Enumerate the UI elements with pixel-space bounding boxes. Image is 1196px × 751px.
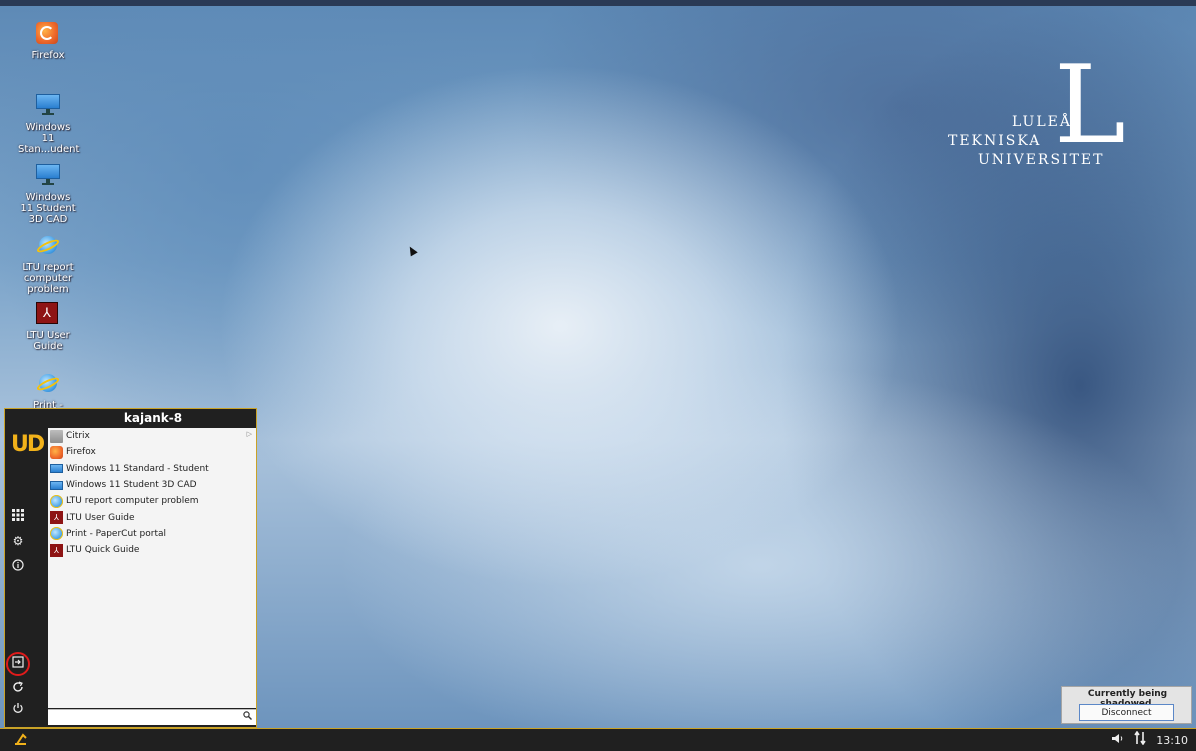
menu-item-label: Windows 11 Student 3D CAD [66,480,197,491]
monitor-icon [50,464,63,474]
menu-item-label: LTU report computer problem [66,496,199,507]
network-icon[interactable] [1134,730,1146,749]
menu-item-label: Citrix [66,431,90,442]
search-icon[interactable] [243,711,252,723]
power-icon[interactable] [10,702,26,718]
submenu-arrow-icon: ▷ [246,430,252,438]
volume-icon[interactable] [1112,733,1124,747]
firefox-icon [36,22,60,46]
menu-item-windows-11-standard[interactable]: Windows 11 Standard - Student [48,461,256,477]
search-input[interactable] [50,711,230,723]
internet-explorer-icon [35,234,61,258]
internet-explorer-icon [50,527,63,541]
menu-item-label: Firefox [66,447,96,458]
menu-item-citrix[interactable]: Citrix ▷ [48,428,256,444]
info-icon[interactable] [10,559,26,575]
menu-item-ltu-user-guide[interactable]: ⅄ LTU User Guide [48,509,256,525]
logo-line-1: LULEÅ [1012,114,1072,130]
restart-icon[interactable] [10,681,26,697]
menu-item-windows-11-3d-cad[interactable]: Windows 11 Student 3D CAD [48,477,256,493]
mouse-cursor-icon [406,244,418,257]
pdf-icon [36,302,60,326]
logout-highlight-circle [6,652,30,676]
desktop-icon-label: Firefox [31,50,65,61]
internet-explorer-icon [35,372,61,396]
start-menu: kajank-8 UD ⚙ Citrix ▷ Firefox Windows 1… [4,408,257,728]
desktop-icon-label: LTU report computer problem [22,262,74,295]
desktop-icon-firefox[interactable]: Firefox [8,22,88,61]
menu-item-print-papercut[interactable]: Print - PaperCut portal [48,526,256,542]
menu-header-username: kajank-8 [123,411,183,425]
monitor-icon [50,480,63,490]
desktop-icon-windows-11-standard[interactable]: Windows 11 Stan...udent [8,94,88,155]
screen: Firefox Windows 11 Stan...udent Windows … [0,0,1196,751]
menu-item-ltu-quick-guide[interactable]: ⅄ LTU Quick Guide [48,542,256,558]
shadow-notice: Currently being shadowed. Disconnect [1061,686,1192,724]
menu-item-firefox[interactable]: Firefox [48,444,256,460]
monitor-icon [36,94,60,118]
menu-sidebar: UD ⚙ [5,409,47,727]
apps-grid-icon[interactable] [10,509,26,525]
desktop-icon-label: Windows 11 Student 3D CAD [20,192,76,225]
start-button[interactable] [14,732,28,749]
taskbar-clock[interactable]: 13:10 [1156,734,1188,747]
menu-item-ltu-report[interactable]: LTU report computer problem [48,493,256,509]
desktop-icon-ltu-report[interactable]: LTU report computer problem [8,234,88,295]
settings-gear-icon[interactable]: ⚙ [10,533,26,549]
menu-search-bar [48,709,256,725]
menu-app-list: Citrix ▷ Firefox Windows 11 Standard - S… [48,428,256,708]
desktop-icon-label: Windows 11 Stan...udent [18,122,80,155]
monitor-icon [36,164,60,188]
menu-item-label: LTU User Guide [66,512,135,523]
logo-line-3: UNIVERSITET [978,152,1105,168]
desktop-icon-ltu-user-guide[interactable]: LTU User Guide [8,302,88,352]
folder-icon [50,429,63,443]
brand-logo: UD [11,432,45,457]
desktop-icon-windows-11-3d-cad[interactable]: Windows 11 Student 3D CAD [8,164,88,225]
desktop-icon-label: LTU User Guide [26,330,70,352]
pdf-icon: ⅄ [50,511,63,525]
university-logo: L LULEÅ TEKNISKA UNIVERSITET [946,43,1156,176]
internet-explorer-icon [50,494,63,508]
taskbar: 13:10 [0,728,1196,751]
logo-line-2: TEKNISKA [948,133,1042,149]
pdf-icon: ⅄ [50,543,63,557]
menu-item-label: LTU Quick Guide [66,545,140,556]
disconnect-button[interactable]: Disconnect [1079,704,1174,721]
logo-mark: L [1054,43,1126,168]
menu-item-label: Windows 11 Standard - Student [66,463,209,474]
system-tray: 13:10 [1112,730,1188,749]
firefox-icon [50,445,63,459]
desktop-icon-print[interactable]: Print - [8,372,88,411]
menu-item-label: Print - PaperCut portal [66,528,167,539]
